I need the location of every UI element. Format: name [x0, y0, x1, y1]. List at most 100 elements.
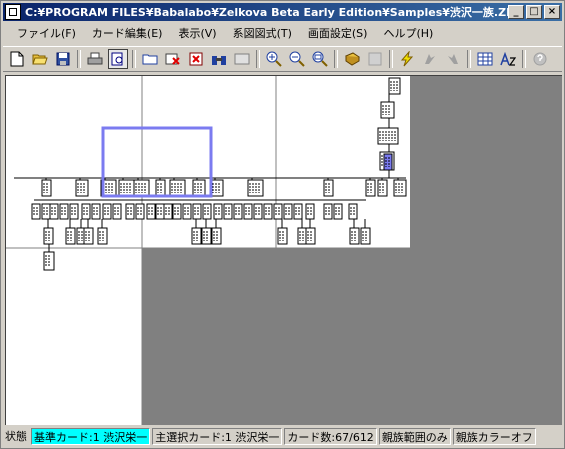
toolbar-separator	[256, 50, 260, 68]
family-card[interactable]	[192, 203, 202, 220]
family-card[interactable]	[380, 101, 395, 119]
family-card[interactable]	[377, 127, 399, 145]
find-button[interactable]	[209, 49, 229, 69]
family-card[interactable]	[365, 179, 376, 197]
preview-button[interactable]	[108, 49, 128, 69]
family-card[interactable]	[210, 179, 224, 197]
save-button[interactable]	[53, 49, 73, 69]
family-card[interactable]	[83, 227, 94, 245]
family-card[interactable]	[81, 203, 91, 220]
help-button[interactable]	[530, 49, 550, 69]
family-card[interactable]	[333, 203, 343, 220]
family-card[interactable]	[293, 203, 303, 220]
family-card[interactable]	[305, 227, 316, 245]
family-card[interactable]	[253, 203, 263, 220]
font-icon	[500, 52, 516, 66]
family-card[interactable]	[102, 203, 112, 220]
family-card[interactable]	[273, 203, 283, 220]
family-card[interactable]	[277, 227, 288, 245]
family-card[interactable]	[323, 179, 334, 197]
status-selected-card: 主選択カード:1 渋沢栄一	[152, 428, 283, 445]
family-card[interactable]	[223, 203, 233, 220]
family-card[interactable]	[247, 179, 264, 197]
family-card[interactable]	[393, 179, 407, 197]
family-card[interactable]	[49, 203, 59, 220]
family-card[interactable]	[201, 227, 212, 245]
maximize-button[interactable]: □	[526, 5, 542, 19]
family-card[interactable]	[97, 227, 108, 245]
folder-button[interactable]	[140, 49, 160, 69]
family-card[interactable]	[69, 203, 79, 220]
id-card-button[interactable]	[232, 49, 252, 69]
font-button[interactable]	[498, 49, 518, 69]
family-card[interactable]	[91, 203, 101, 220]
family-card[interactable]	[202, 203, 212, 220]
menu-card-edit[interactable]: カード編集(E)	[84, 25, 171, 41]
family-card[interactable]	[388, 77, 401, 95]
family-card[interactable]	[263, 203, 273, 220]
book-button[interactable]	[342, 49, 362, 69]
family-card[interactable]	[146, 203, 156, 220]
family-card[interactable]	[191, 227, 202, 245]
family-card[interactable]	[41, 203, 51, 220]
family-card[interactable]	[43, 251, 55, 271]
family-card[interactable]	[383, 153, 393, 171]
family-card[interactable]	[305, 203, 315, 220]
save-icon	[56, 52, 70, 66]
family-card[interactable]	[31, 203, 41, 220]
family-card[interactable]	[182, 203, 192, 220]
delete-button[interactable]	[186, 49, 206, 69]
family-card[interactable]	[283, 203, 293, 220]
family-card[interactable]	[233, 203, 243, 220]
family-card[interactable]	[243, 203, 253, 220]
print-button[interactable]	[85, 49, 105, 69]
family-card[interactable]	[323, 203, 333, 220]
open-button[interactable]	[30, 49, 50, 69]
family-card[interactable]	[59, 203, 69, 220]
family-card[interactable]	[75, 179, 89, 197]
zoom-in-icon	[266, 51, 282, 67]
family-card[interactable]	[192, 179, 206, 197]
menu-view[interactable]: 表示(V)	[170, 25, 224, 41]
help-icon	[533, 52, 547, 66]
family-card[interactable]	[43, 227, 54, 245]
app-icon[interactable]	[5, 4, 21, 20]
menu-genealogy-chart[interactable]: 系図図式(T)	[225, 25, 300, 41]
minimize-button[interactable]: _	[508, 5, 524, 19]
list-button[interactable]	[365, 49, 385, 69]
zoom-fit-icon	[312, 51, 328, 67]
family-card[interactable]	[118, 179, 135, 197]
arrow-right-button[interactable]	[443, 49, 463, 69]
family-card[interactable]	[65, 227, 76, 245]
family-card[interactable]	[41, 179, 52, 197]
menu-file[interactable]: ファイル(F)	[9, 25, 84, 41]
family-card[interactable]	[112, 203, 122, 220]
genealogy-canvas[interactable]	[5, 75, 562, 425]
menu-screen-settings[interactable]: 画面設定(S)	[300, 25, 376, 41]
close-button[interactable]: ×	[544, 5, 560, 19]
family-card[interactable]	[172, 203, 182, 220]
family-card[interactable]	[213, 203, 223, 220]
menu-help[interactable]: ヘルプ(H)	[375, 25, 441, 41]
zoom-out-button[interactable]	[287, 49, 307, 69]
delete-card-button[interactable]	[163, 49, 183, 69]
title-bar[interactable]: C:¥PROGRAM FILES¥Babalabo¥Zelkova Beta E…	[3, 3, 562, 21]
zoom-in-button[interactable]	[264, 49, 284, 69]
arrow-left-button[interactable]	[420, 49, 440, 69]
family-card[interactable]	[133, 179, 150, 197]
family-card[interactable]	[163, 203, 173, 220]
family-card[interactable]	[125, 203, 135, 220]
family-card[interactable]	[377, 179, 388, 197]
new-button[interactable]	[7, 49, 27, 69]
grid-button[interactable]	[475, 49, 495, 69]
family-card[interactable]	[135, 203, 145, 220]
family-card[interactable]	[155, 179, 166, 197]
family-card[interactable]	[155, 203, 165, 220]
family-card[interactable]	[169, 179, 186, 197]
family-card[interactable]	[348, 203, 358, 220]
zoom-fit-button[interactable]	[310, 49, 330, 69]
lightning-button[interactable]	[397, 49, 417, 69]
family-card[interactable]	[349, 227, 360, 245]
family-card[interactable]	[211, 227, 222, 245]
family-card[interactable]	[360, 227, 371, 245]
